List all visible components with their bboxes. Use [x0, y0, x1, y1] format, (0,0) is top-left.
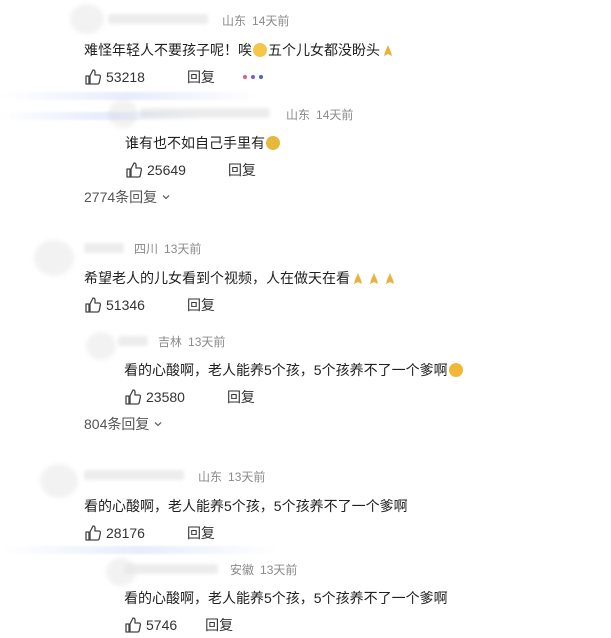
expand-replies-button[interactable]: 2774条回复: [84, 187, 171, 207]
like-button[interactable]: 28176: [84, 524, 145, 542]
comment-time: 13天前: [228, 470, 266, 484]
comment-text: 希望老人的儿女看到个视频，人在做天在看: [84, 268, 398, 288]
thumbs-up-icon: [125, 389, 142, 405]
reply-text-part: 看的心酸啊，老人能养5个孩，5个孩养不了一个爹啊: [124, 362, 448, 378]
comment-actions: 51346 回复: [84, 295, 215, 315]
reply-location: 吉林: [158, 335, 183, 349]
username[interactable]: [124, 564, 218, 574]
reply-button[interactable]: 回复: [187, 523, 215, 543]
username[interactable]: [84, 470, 184, 480]
reply-text: 谁有也不如自己手里有: [125, 133, 281, 153]
thumbs-up-icon: [85, 525, 102, 541]
reply-button[interactable]: 回复: [187, 295, 215, 315]
expand-replies-label: 804条回复: [84, 416, 150, 432]
comment-location: 山东: [198, 470, 223, 484]
comment-actions: 28176 回复: [84, 523, 215, 543]
like-button[interactable]: 5746: [124, 616, 177, 634]
reply-actions: 5746 回复: [124, 615, 233, 635]
comment-text-part: 五个儿女都没盼头: [268, 42, 380, 58]
reply-time: 14天前: [316, 108, 354, 122]
reply-actions: 25649 回复: [125, 160, 256, 180]
reply-meta: 安徽 13天前: [230, 561, 297, 578]
reply-text: 看的心酸啊，老人能养5个孩，5个孩养不了一个爹啊: [124, 588, 448, 608]
expand-replies-button[interactable]: 804条回复: [84, 414, 163, 434]
praying-hands-icon: [370, 273, 378, 284]
reply-location: 安徽: [230, 563, 255, 577]
comment-text-part: 难怪年轻人不要孩子呢！唉: [84, 42, 252, 58]
chevron-down-icon: [154, 422, 162, 427]
reply-text: 看的心酸啊，老人能养5个孩，5个孩养不了一个爹啊: [124, 360, 464, 380]
avatar[interactable]: [86, 332, 116, 360]
reply-button[interactable]: 回复: [227, 387, 255, 407]
avatar[interactable]: [70, 4, 104, 34]
image-noise: [0, 112, 200, 120]
expand-replies-label: 2774条回复: [84, 189, 158, 205]
reply-meta: 山东 14天前: [286, 106, 353, 123]
thumbs-up-icon: [126, 162, 143, 178]
like-button[interactable]: 23580: [124, 388, 185, 406]
tired-face-icon: [253, 43, 267, 57]
avatar[interactable]: [40, 464, 78, 498]
more-icon[interactable]: [242, 75, 263, 79]
like-count: 5746: [146, 617, 178, 633]
reply-text-part: 谁有也不如自己手里有: [125, 135, 265, 151]
comment-location: 山东: [222, 14, 247, 28]
avatar[interactable]: [34, 240, 74, 276]
comment-text-part: 希望老人的儿女看到个视频，人在做天在看: [84, 270, 350, 286]
reply-meta: 吉林 13天前: [158, 333, 225, 350]
reply-time: 13天前: [260, 563, 298, 577]
like-count: 51346: [106, 297, 145, 313]
reply-text-part: 看的心酸啊，老人能养5个孩，5个孩养不了一个爹啊: [124, 590, 448, 606]
praying-hands-icon: [354, 273, 362, 284]
reply-time: 13天前: [188, 335, 226, 349]
like-count: 23580: [146, 389, 185, 405]
comment-location: 四川: [134, 242, 159, 256]
comment-time: 14天前: [252, 14, 290, 28]
comment-meta: 四川 13天前: [134, 240, 201, 257]
reply-button[interactable]: 回复: [187, 67, 215, 87]
username[interactable]: [84, 243, 124, 253]
comment-actions: 53218 回复: [84, 67, 263, 87]
reply-location: 山东: [286, 108, 311, 122]
praying-hands-icon: [384, 45, 392, 56]
reply-button[interactable]: 回复: [205, 615, 233, 635]
image-noise: [0, 546, 280, 554]
like-button[interactable]: 53218: [84, 68, 145, 86]
username[interactable]: [118, 336, 148, 346]
praying-hands-icon: [386, 273, 394, 284]
crying-face-icon: [448, 363, 463, 377]
comment-text: 难怪年轻人不要孩子呢！唉 五个儿女都没盼头: [84, 40, 396, 60]
reply-button[interactable]: 回复: [228, 160, 256, 180]
username[interactable]: [108, 14, 208, 24]
like-button[interactable]: 51346: [84, 296, 145, 314]
like-count: 28176: [106, 525, 145, 541]
comment-meta: 山东 14天前: [222, 12, 289, 29]
comment-time: 13天前: [164, 242, 202, 256]
like-button[interactable]: 25649: [125, 161, 186, 179]
thumbs-up-icon: [85, 69, 102, 85]
chevron-down-icon: [162, 195, 170, 200]
thumbs-up-icon: [85, 297, 102, 313]
like-count: 25649: [147, 162, 186, 178]
image-noise: [0, 92, 260, 100]
like-count: 53218: [106, 69, 145, 85]
money-mouth-icon: [266, 136, 280, 150]
reply-actions: 23580 回复: [124, 387, 255, 407]
thumbs-up-icon: [125, 617, 142, 633]
comment-text-part: 看的心酸啊，老人能养5个孩，5个孩养不了一个爹啊: [84, 498, 408, 514]
comment-text: 看的心酸啊，老人能养5个孩，5个孩养不了一个爹啊: [84, 496, 408, 516]
comment-meta: 山东 13天前: [198, 468, 265, 485]
